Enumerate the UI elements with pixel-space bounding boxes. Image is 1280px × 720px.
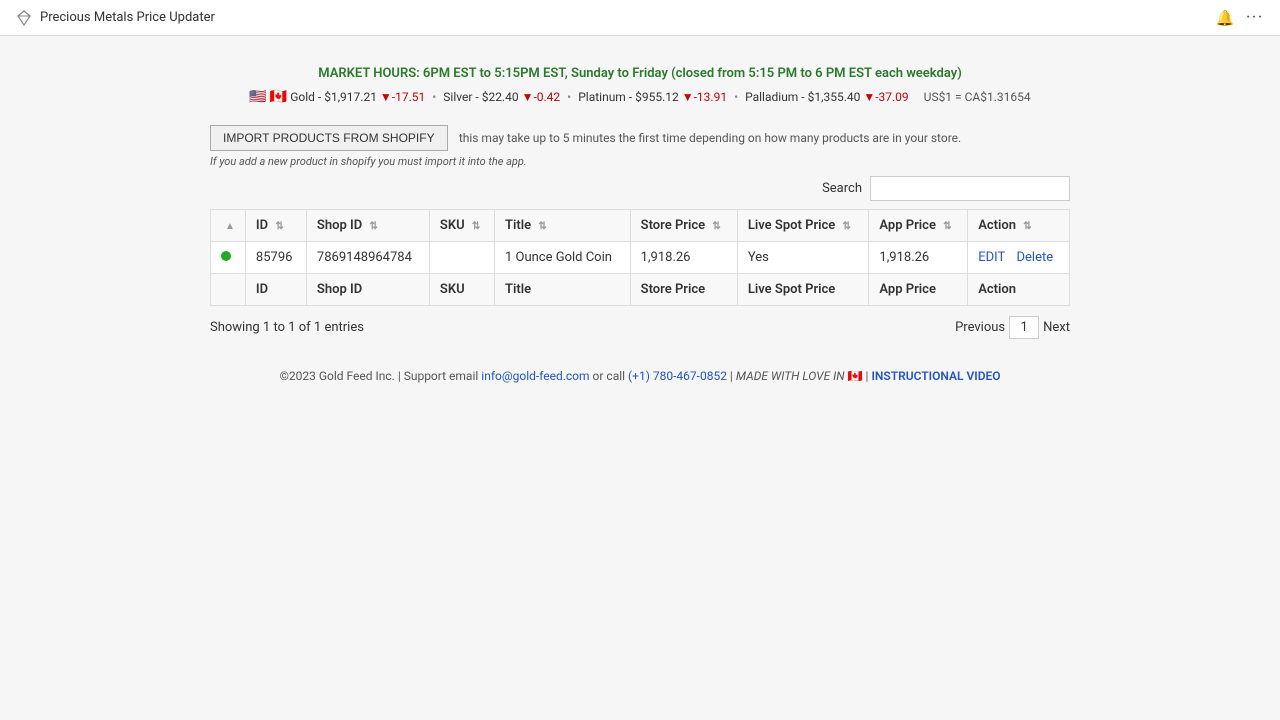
row-id: 85796: [245, 242, 306, 274]
sort-icon-app-price: ⇅: [943, 221, 951, 232]
silver-label: Silver -: [443, 90, 481, 104]
support-or: or call: [593, 369, 629, 383]
platinum-change: ▼-13.91: [682, 90, 727, 104]
instructional-video-link[interactable]: INSTRUCTIONAL VIDEO: [871, 369, 1000, 383]
row-app-price: 1,918.26: [869, 242, 968, 274]
more-icon[interactable]: ···: [1246, 10, 1264, 25]
pagination-controls: Previous 1 Next: [955, 316, 1070, 339]
sort-icon-store-price: ⇅: [712, 221, 720, 232]
site-footer: ©2023 Gold Feed Inc. | Support email inf…: [210, 369, 1070, 383]
market-hours-section: MARKET HOURS: 6PM EST to 5:15PM EST, Sun…: [210, 66, 1070, 81]
table-row: 85796 7869148964784 1 Ounce Gold Coin 1,…: [211, 242, 1070, 274]
gold-change: ▼-17.51: [380, 90, 425, 104]
page-number[interactable]: 1: [1009, 316, 1039, 339]
pagination-row: Showing 1 to 1 of 1 entries Previous 1 N…: [210, 316, 1070, 339]
table-footer-row: ID Shop ID SKU Title Store Price Live Sp…: [211, 274, 1070, 306]
silver-change: ▼-0.42: [522, 90, 561, 104]
row-sku: [429, 242, 494, 274]
search-input[interactable]: [870, 176, 1070, 201]
footer-col-shop-id: Shop ID: [306, 274, 429, 306]
palladium-price: $1,355.40: [808, 90, 861, 104]
support-email-link[interactable]: info@gold-feed.com: [481, 369, 589, 383]
footer-col-action: Action: [968, 274, 1070, 306]
ticker-bar: 🇺🇸 🇨🇦 Gold - $1,917.21 ▼-17.51 • Silver …: [210, 89, 1070, 105]
row-store-price: 1,918.26: [630, 242, 737, 274]
search-row: Search: [210, 176, 1070, 201]
sort-icon-id: ⇅: [275, 221, 283, 232]
col-shop-id[interactable]: Shop ID ⇅: [306, 210, 429, 242]
sort-icon-status: ▲: [225, 221, 235, 232]
silver-price: $22.40: [482, 90, 519, 104]
import-warning: If you add a new product in shopify you …: [210, 155, 1070, 168]
footer-col-app-price: App Price: [869, 274, 968, 306]
support-phone-link[interactable]: (+1) 780-467-0852: [628, 369, 727, 383]
diamond-icon: [16, 10, 32, 26]
platinum-label: Platinum -: [578, 90, 635, 104]
bell-icon[interactable]: 🔔: [1216, 9, 1235, 27]
palladium-label: Palladium -: [745, 90, 808, 104]
footer-col-empty: [211, 274, 246, 306]
top-bar: Precious Metals Price Updater 🔔 ···: [0, 0, 1280, 36]
main-content: MARKET HOURS: 6PM EST to 5:15PM EST, Sun…: [190, 36, 1090, 413]
top-bar-actions: 🔔 ···: [1216, 9, 1264, 27]
gold-price: $1,917.21: [324, 90, 377, 104]
status-dot: [221, 251, 231, 261]
support-prefix: | Support email: [398, 369, 481, 383]
sort-icon-sku: ⇅: [472, 221, 480, 232]
canada-flag: 🇨🇦: [848, 369, 863, 383]
platinum-price: $955.12: [635, 90, 679, 104]
row-title: 1 Ounce Gold Coin: [494, 242, 630, 274]
row-status: [211, 242, 246, 274]
import-note: this may take up to 5 minutes the first …: [459, 131, 961, 145]
table-header-row: ▲ ID ⇅ Shop ID ⇅ SKU ⇅ Title ⇅ Store Pri…: [211, 210, 1070, 242]
app-title-section: Precious Metals Price Updater: [16, 10, 215, 26]
col-id[interactable]: ID ⇅: [245, 210, 306, 242]
row-action: EDIT Delete: [968, 242, 1070, 274]
row-shop-id: 7869148964784: [306, 242, 429, 274]
footer-col-sku: SKU: [429, 274, 494, 306]
exchange-rate: US$1 = CA$1.31654: [924, 90, 1031, 104]
delete-link[interactable]: Delete: [1016, 250, 1053, 265]
import-section: IMPORT PRODUCTS FROM SHOPIFY this may ta…: [210, 125, 1070, 168]
import-button[interactable]: IMPORT PRODUCTS FROM SHOPIFY: [210, 125, 448, 151]
copyright: ©2023 Gold Feed Inc.: [279, 369, 394, 383]
col-app-price[interactable]: App Price ⇅: [869, 210, 968, 242]
made-with-love: | MADE WITH LOVE IN: [730, 369, 848, 383]
app-title: Precious Metals Price Updater: [40, 10, 215, 25]
search-label: Search: [822, 181, 862, 196]
market-hours-text: MARKET HOURS: 6PM EST to 5:15PM EST, Sun…: [210, 66, 1070, 81]
us-flag: 🇺🇸: [249, 89, 266, 105]
gold-label: Gold -: [290, 90, 324, 104]
col-status[interactable]: ▲: [211, 210, 246, 242]
sort-icon-shop-id: ⇅: [369, 221, 377, 232]
previous-button[interactable]: Previous: [955, 320, 1005, 335]
col-action[interactable]: Action ⇅: [968, 210, 1070, 242]
palladium-change: ▼-37.09: [863, 90, 908, 104]
col-title[interactable]: Title ⇅: [494, 210, 630, 242]
next-button[interactable]: Next: [1043, 320, 1070, 335]
footer-col-live-spot: Live Spot Price: [737, 274, 869, 306]
row-live-spot: Yes: [737, 242, 869, 274]
sort-icon-live-spot: ⇅: [843, 221, 851, 232]
col-store-price[interactable]: Store Price ⇅: [630, 210, 737, 242]
col-live-spot[interactable]: Live Spot Price ⇅: [737, 210, 869, 242]
sort-icon-action: ⇅: [1023, 221, 1031, 232]
edit-link[interactable]: EDIT: [978, 250, 1005, 265]
ca-flag: 🇨🇦: [270, 89, 287, 105]
showing-text: Showing 1 to 1 of 1 entries: [210, 320, 364, 335]
products-table: ▲ ID ⇅ Shop ID ⇅ SKU ⇅ Title ⇅ Store Pri…: [210, 209, 1070, 306]
col-sku[interactable]: SKU ⇅: [429, 210, 494, 242]
sort-icon-title: ⇅: [538, 221, 546, 232]
footer-col-id: ID: [245, 274, 306, 306]
footer-col-store-price: Store Price: [630, 274, 737, 306]
footer-col-title: Title: [494, 274, 630, 306]
